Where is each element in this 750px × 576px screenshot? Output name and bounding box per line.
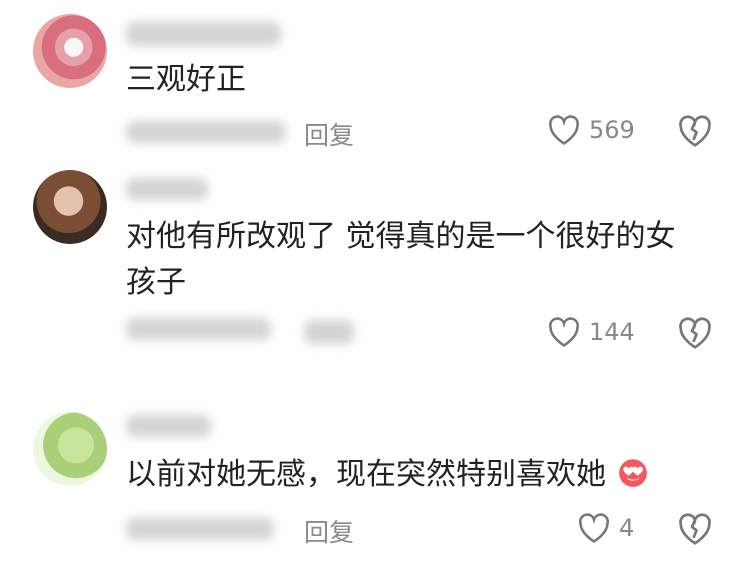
- avatar[interactable]: [33, 14, 107, 88]
- like-count: 4: [619, 514, 635, 542]
- reply-button[interactable]: 回复: [304, 513, 354, 549]
- avatar[interactable]: [33, 412, 107, 486]
- heart-outline-icon: [547, 114, 581, 146]
- reply-blurred[interactable]: [304, 320, 354, 344]
- username-blurred[interactable]: [126, 415, 211, 437]
- broken-heart-icon[interactable]: [677, 316, 713, 352]
- like-count: 144: [589, 318, 635, 346]
- avatar[interactable]: [33, 170, 107, 244]
- broken-heart-icon[interactable]: [677, 114, 713, 150]
- comment-text: 对他有所改观了 觉得真的是一个很好的女 孩子: [126, 219, 676, 300]
- comment-text: 三观好正: [126, 62, 246, 97]
- heart-outline-icon: [547, 316, 581, 348]
- meta-blurred: [126, 318, 271, 340]
- broken-heart-icon[interactable]: [677, 512, 713, 548]
- comment-text: 以前对她无感，现在突然特别喜欢她: [126, 452, 650, 498]
- reply-button[interactable]: 回复: [304, 116, 354, 152]
- like-button[interactable]: 144: [547, 316, 635, 348]
- like-button[interactable]: 4: [577, 512, 634, 544]
- heart-outline-icon: [577, 512, 611, 544]
- username-blurred[interactable]: [126, 22, 281, 46]
- username-blurred[interactable]: [126, 178, 208, 200]
- comment-item: 三观好正 回复 569: [0, 0, 750, 170]
- heart-eyes-face-emoji: [618, 459, 647, 487]
- meta-blurred: [126, 518, 274, 540]
- comment-item: 以前对她无感，现在突然特别喜欢她 回复 4: [0, 370, 750, 576]
- meta-blurred: [126, 121, 286, 143]
- comment-item: 对他有所改观了 觉得真的是一个很好的女 孩子 144: [0, 170, 750, 370]
- like-count: 569: [589, 116, 635, 144]
- like-button[interactable]: 569: [547, 114, 635, 146]
